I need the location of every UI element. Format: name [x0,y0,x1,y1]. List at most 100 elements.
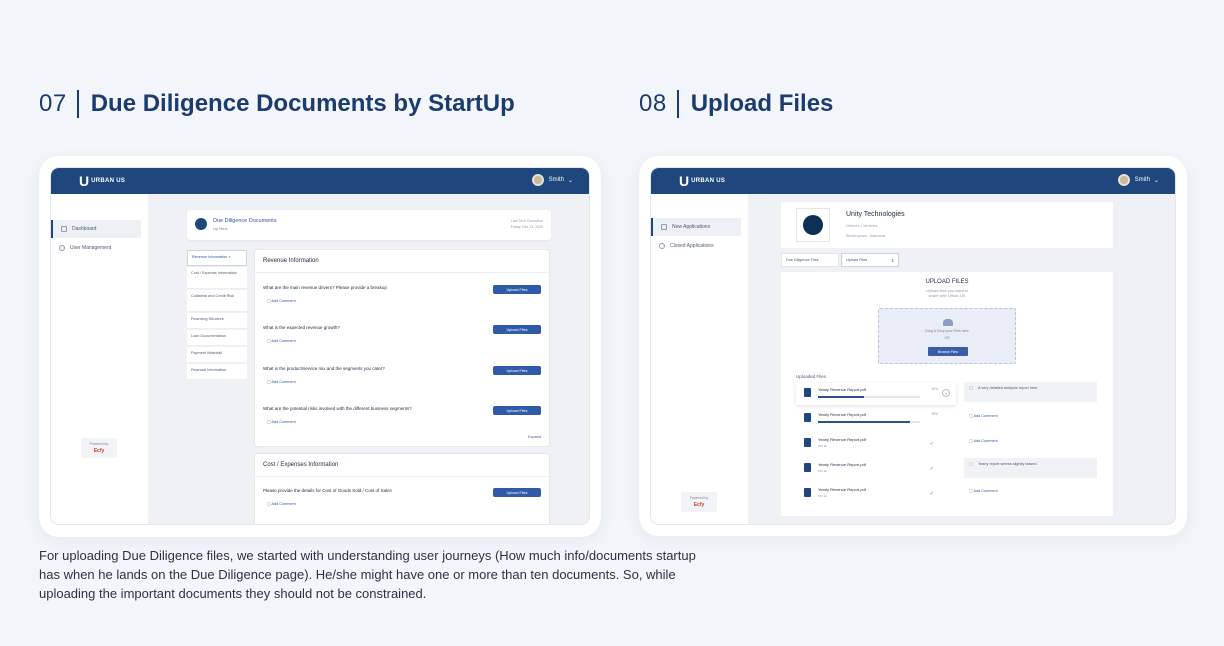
tab-revenue-information[interactable]: Revenue Information » [187,250,247,266]
divider [255,476,549,477]
top-bar: U URBAN US Smith ⌄ [51,168,589,194]
section-number: 07 [39,90,67,117]
revenue-panel: Revenue Information What are the main re… [255,250,549,446]
company-location: Birmingham, Alabama [846,233,886,238]
section-title: Due Diligence Documents by StartUp [90,90,515,117]
add-comment-link[interactable]: Add Comment [267,379,295,384]
header-title: Due Diligence Documents [213,218,277,224]
powered-by-badge: Powered by Ecfy [81,438,117,458]
tab-upload-files[interactable]: Upload Files ⇕ [841,253,899,267]
section-title: Upload Files [690,90,834,117]
upload-title: UPLOAD FILES [925,279,969,285]
upload-files-button[interactable]: Upload Files [493,406,541,415]
tab-collateral[interactable]: Collateral and Credit Risk [187,290,247,312]
clock-icon [659,243,665,249]
tab-financing-structure[interactable]: Financing Structure [187,313,247,329]
file-row: Yearly Revenue Report.pdf 40% × [796,383,956,405]
section-tabs: Revenue Information » Cost / Expense Inf… [187,250,247,381]
add-comment-link[interactable]: Add Comment [969,413,997,418]
upload-files-button[interactable]: Upload Files [493,285,541,294]
panel-title: Revenue Information [263,258,319,264]
sidebar-item-new-applications[interactable]: New Applications [651,218,741,236]
user-menu[interactable]: Smith ⌄ [531,174,573,186]
question: What is the expected revenue growth? [263,325,340,330]
tab-loan-documentation[interactable]: Loan Documentation [187,330,247,346]
user-icon [59,245,65,251]
add-comment-link[interactable]: Add Comment [267,338,295,343]
screenshot-card-due-diligence: U URBAN US Smith ⌄ Dashboard User Manage… [39,156,601,537]
upload-subtitle: Upload files you want to share with Urba… [925,288,969,298]
logo: U URBAN US [679,173,726,189]
pdf-file-icon [804,388,811,397]
upload-files-button[interactable]: Upload Files [493,325,541,334]
comment-box: Yearly report seems slightly biased. [964,458,1097,478]
expand-link[interactable]: Expand [528,435,541,439]
sidebar: New Applications Closed Applications Pow… [651,194,748,524]
last-correction: Last Tech Correction Friday, Dec 13, 202… [510,219,543,229]
avatar [531,174,544,186]
upload-files-button[interactable]: Upload Files [493,366,541,375]
upload-files-button[interactable]: Upload Files [493,488,541,497]
file-row: Yearly Revenue Report.pdf 870 kb ✓ [796,458,956,480]
company-category: Onlines | Vehicles [846,223,878,228]
drop-text: Drag & Drop your Files here [925,329,969,333]
add-comment-link[interactable]: Add Comment [969,438,997,443]
comment-box: A very detailed analysis report here. [964,382,1097,402]
question: What are the main revenue drivers? Pleas… [263,285,387,290]
top-bar: U URBAN US Smith ⌄ [651,168,1175,194]
check-icon: ✓ [929,491,934,497]
sort-icon: ⇕ [890,259,894,263]
pdf-file-icon [804,413,811,422]
cloud-upload-icon [943,319,953,326]
section-heading-07: 07 Due Diligence Documents by StartUp [39,90,515,118]
app-screen: U URBAN US Smith ⌄ New Applications Clos… [651,168,1175,524]
upload-progress [818,396,920,398]
chevron-down-icon: ⌄ [567,177,573,184]
file-row: Yearly Revenue Report.pdf 90% [796,408,956,430]
add-comment-link[interactable]: Add Comment [267,298,295,303]
add-comment-link[interactable]: Add Comment [267,501,295,506]
cost-panel: Cost / Expenses Information Please provi… [255,454,549,524]
company-card: Unity Technologies Onlines | Vehicles Bi… [781,202,1113,248]
company-logo [796,208,830,242]
pdf-file-icon [804,488,811,497]
user-name: Smith [1134,177,1150,183]
tab-cost-expense[interactable]: Cost / Expense Information [187,267,247,289]
screenshot-card-upload-files: U URBAN US Smith ⌄ New Applications Clos… [639,156,1187,536]
tab-due-diligence-files[interactable]: Due Diligence Files [781,253,839,267]
sidebar-item-closed-applications[interactable]: Closed Applications [651,237,741,255]
header-subtitle: Up Next [213,226,228,231]
cancel-upload-icon[interactable]: × [942,389,950,397]
question: What are the potential risks involved wi… [263,406,412,411]
tab-financial-information[interactable]: Financial Information [187,364,247,380]
upload-panel: UPLOAD FILES Upload files you want to sh… [781,272,1113,516]
unity-logo-icon [803,215,823,235]
tab-payment-waterfall[interactable]: Payment Waterfall [187,347,247,363]
question: What is the product/service mix and the … [263,366,385,371]
file-row: Yearly Revenue Report.pdf 870 kb ✓ [796,483,956,505]
add-comment-link[interactable]: Add Comment [969,488,997,493]
drop-zone[interactable]: Drag & Drop your Files here OR Browse Fi… [878,308,1016,364]
user-name: Smith [548,177,564,183]
document-icon [195,218,207,230]
check-icon: ✓ [929,466,934,472]
app-screen: U URBAN US Smith ⌄ Dashboard User Manage… [51,168,589,524]
powered-by-badge: Powered by Ecfy [681,492,717,512]
company-name: Unity Technologies [846,211,905,218]
double-chevron-icon: » [228,255,231,259]
list-icon [661,224,667,230]
question: Please provide the details for Cost of G… [263,488,392,493]
check-icon: ✓ [929,441,934,447]
drop-or: OR [944,336,950,340]
avatar [1117,174,1130,186]
add-comment-link[interactable]: Add Comment [267,419,295,424]
divider [255,272,549,273]
sidebar-item-dashboard[interactable]: Dashboard [51,220,141,238]
panel-title: Cost / Expenses Information [263,462,339,468]
user-menu[interactable]: Smith ⌄ [1117,174,1159,186]
sidebar-item-user-management[interactable]: User Management [51,239,141,257]
chevron-down-icon: ⌄ [1153,177,1159,184]
browse-files-button[interactable]: Browse Files [928,347,968,356]
section-number: 08 [639,90,667,117]
pdf-file-icon [804,463,811,472]
